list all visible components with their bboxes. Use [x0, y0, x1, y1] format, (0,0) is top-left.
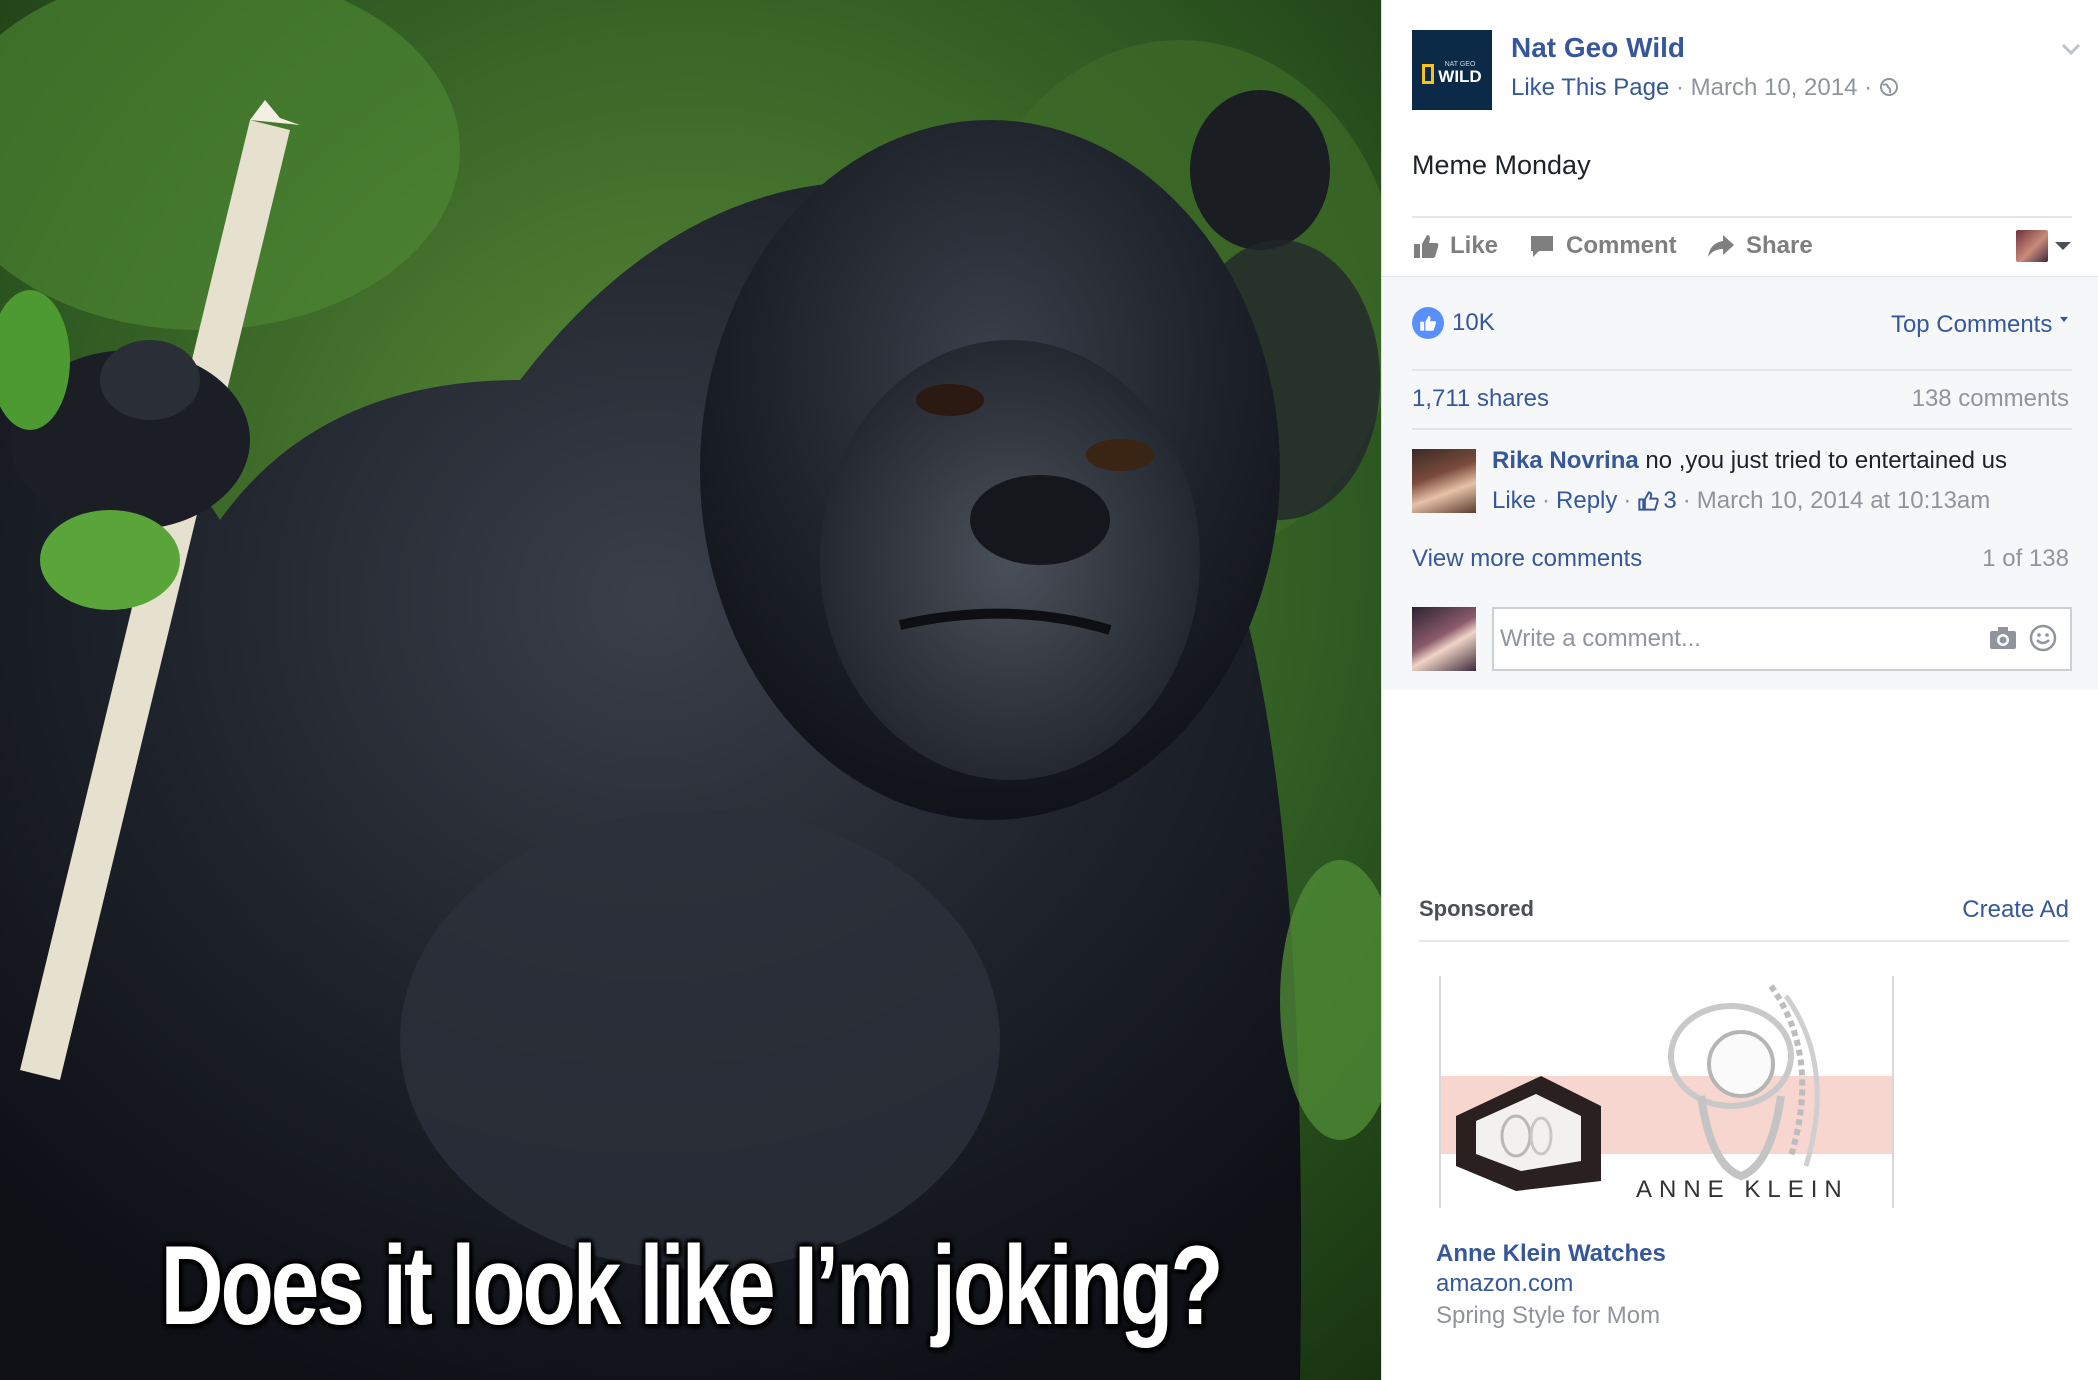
caret-down-icon — [2055, 242, 2071, 250]
comment-label: Comment — [1566, 232, 1677, 259]
feedback-section: 10K Top Comments 1,711 shares 138 commen… — [1382, 276, 2098, 690]
reactions-summary[interactable]: 10K — [1412, 307, 1495, 339]
share-label: Share — [1746, 232, 1813, 259]
page-name[interactable]: Nat Geo Wild — [1511, 32, 1685, 64]
globe-icon[interactable] — [1879, 77, 1899, 97]
comment-input[interactable] — [1494, 609, 1954, 669]
current-user-avatar — [1412, 607, 1476, 671]
comments-count[interactable]: 138 comments — [1912, 385, 2069, 413]
gorilla-photo — [0, 0, 1381, 1380]
view-more-comments-link[interactable]: View more comments — [1412, 545, 1642, 573]
comment-timestamp[interactable]: March 10, 2014 at 10:13am — [1697, 487, 1991, 515]
thumbs-up-icon — [1414, 235, 1439, 258]
reaction-count: 10K — [1452, 309, 1495, 336]
sponsored-label: Sponsored — [1419, 896, 1534, 921]
comment-reply-link[interactable]: Reply — [1556, 487, 1617, 515]
react-as-selector[interactable] — [2016, 230, 2072, 262]
share-arrow-icon — [1708, 235, 1734, 257]
post-header: NAT GEO WILD Nat Geo Wild Like This Page… — [1412, 30, 2081, 110]
comment-like-link[interactable]: Like — [1492, 487, 1536, 515]
comment-actions: Like · Reply · 3 · March 10, 2014 at 10:… — [1492, 487, 1990, 515]
comment-button[interactable]: Comment — [1528, 232, 1677, 260]
emoji-icon[interactable] — [2028, 623, 2058, 653]
divider — [1412, 369, 2072, 371]
separator: · — [1623, 487, 1632, 514]
post-meta: Like This Page · March 10, 2014 · — [1511, 74, 1899, 102]
divider — [1419, 940, 2069, 942]
commenter-avatar[interactable] — [1412, 449, 1476, 513]
post-panel: NAT GEO WILD Nat Geo Wild Like This Page… — [1381, 0, 2098, 1380]
like-reaction-icon — [1412, 307, 1444, 339]
thumbs-up-outline-icon — [1638, 491, 1660, 511]
comment-item: Rika Novrina no ,you just tried to enter… — [1412, 447, 2072, 517]
action-bar: Like Comment Share — [1412, 216, 2072, 276]
ad-brand-text: ANNE KLEIN — [1636, 1176, 1849, 1203]
comment-body: Rika Novrina no ,you just tried to enter… — [1492, 447, 2007, 475]
share-button[interactable]: Share — [1706, 232, 1813, 260]
top-comments-label: Top Comments — [1890, 311, 2053, 338]
page-avatar[interactable]: NAT GEO WILD — [1412, 30, 1492, 110]
ad-image[interactable]: ANNE KLEIN — [1439, 976, 1894, 1208]
post-text: Meme Monday — [1412, 150, 1591, 180]
separator: · — [1682, 487, 1691, 514]
chevron-down-icon[interactable] — [2060, 38, 2082, 60]
meta-separator: · — [1676, 74, 1684, 101]
like-button[interactable]: Like — [1412, 232, 1498, 260]
top-comments-dropdown[interactable]: Top Comments — [1891, 311, 2069, 339]
comment-bubble-icon — [1531, 236, 1553, 257]
comment-author[interactable]: Rika Novrina — [1492, 447, 1639, 474]
separator: · — [1542, 487, 1551, 514]
create-ad-link[interactable]: Create Ad — [1962, 896, 2069, 924]
camera-icon[interactable] — [1988, 625, 2018, 651]
caret-down-icon — [2060, 317, 2068, 322]
ad-domain[interactable]: amazon.com — [1436, 1270, 1573, 1298]
natgeo-frame-icon — [1422, 64, 1435, 84]
comment-composer — [1412, 607, 2072, 671]
ad-description: Spring Style for Mom — [1436, 1302, 1661, 1329]
comment-input-box[interactable] — [1492, 607, 2072, 671]
meme-caption: Does it look like I’m joking? — [160, 1223, 1224, 1348]
shares-count[interactable]: 1,711 shares — [1412, 385, 1549, 413]
ad-title[interactable]: Anne Klein Watches — [1436, 1240, 1666, 1268]
post-photo[interactable]: Does it look like I’m joking? — [0, 0, 1381, 1380]
comment-text: no ,you just tried to entertained us — [1645, 447, 2007, 474]
post-date[interactable]: March 10, 2014 — [1691, 74, 1858, 101]
user-avatar-small — [2016, 230, 2048, 262]
logo-big-text: WILD — [1438, 67, 1482, 86]
like-page-link[interactable]: Like This Page — [1511, 74, 1669, 101]
comment-like-count[interactable]: 3 — [1663, 487, 1676, 515]
like-label: Like — [1450, 232, 1499, 259]
comments-pager: 1 of 138 — [1982, 545, 2069, 572]
watch-box-image — [1456, 984, 1820, 1191]
divider — [1412, 428, 2072, 430]
meta-separator: · — [1864, 74, 1873, 101]
